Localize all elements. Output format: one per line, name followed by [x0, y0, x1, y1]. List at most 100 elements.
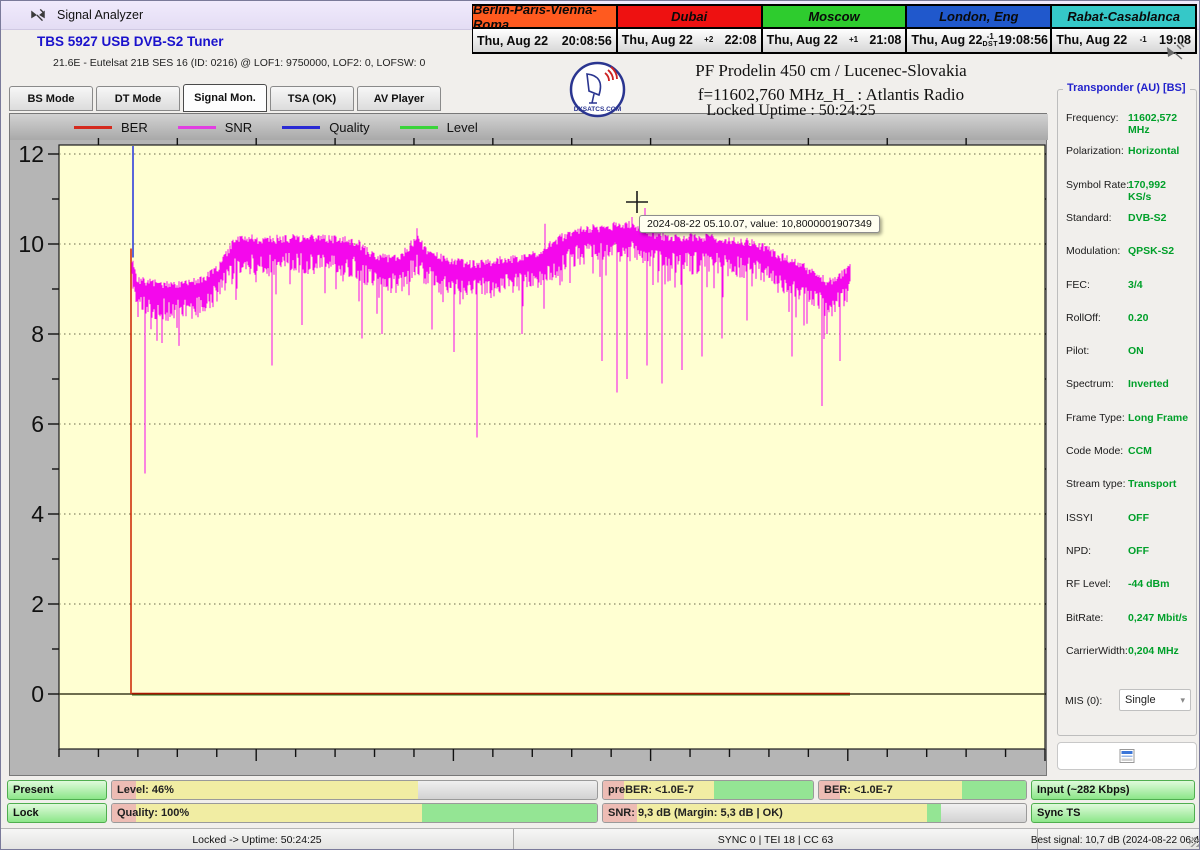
transponder-row: Polarization:Horizontal	[1066, 145, 1192, 157]
transponder-value: OFF	[1128, 512, 1149, 524]
clock-time-value: 21:08	[869, 33, 901, 47]
bar-segment	[714, 781, 813, 799]
transponder-label: Polarization:	[1066, 145, 1124, 157]
world-clocks: Berlin-Paris-Vienna-Roma Thu, Aug 22 20:08…	[473, 4, 1197, 54]
mis-label: MIS (0):	[1065, 695, 1102, 707]
transponder-row: BitRate: 0,247 Mbit/s	[1066, 612, 1192, 624]
transponder-label: NPD:	[1066, 545, 1091, 557]
resize-grip[interactable]	[1189, 837, 1199, 847]
signal-analyzer-window: Signal Analyzer Berlin-Paris-Vienna-Roma…	[0, 0, 1200, 850]
clock-time: Thu, Aug 22 20:08:56	[473, 29, 616, 52]
signal-chart[interactable]: BER SNR Quality Level 024681012 2024-08-…	[9, 113, 1047, 776]
transponder-row: RollOff:0.20	[1066, 312, 1192, 324]
satellite-dish-icon	[29, 6, 47, 24]
transponder-row: CarrierWidth:0,204 MHz	[1066, 645, 1192, 657]
transponder-value: Transport	[1128, 478, 1176, 490]
transponder-label: RF Level:	[1066, 578, 1111, 590]
transponder-value: Long Frame	[1128, 412, 1188, 424]
sync-ts-badge: Sync TS	[1031, 803, 1195, 823]
mis-selected-value: Single	[1125, 694, 1156, 706]
tuner-details: 21.6E - Eutelsat 21B SES 16 (ID: 0216) @…	[53, 57, 425, 69]
clock-time: Thu, Aug 22-1DST19:08:56	[907, 29, 1050, 52]
transponder-row: Stream type:Transport	[1066, 478, 1192, 490]
clock-date: Thu, Aug 22	[622, 33, 693, 47]
transponder-label: Standard:	[1066, 212, 1112, 224]
transponder-row: Standard: DVB-S2	[1066, 212, 1192, 224]
transponder-label: FEC:	[1066, 279, 1090, 291]
transponder-title: Transponder (AU) [BS]	[1063, 82, 1190, 94]
bar-label: BER: <1.0E-7	[824, 784, 893, 796]
chart-plot-area[interactable]: 024681012	[10, 114, 1046, 775]
statusbar-uptime: Locked -> Uptime: 50:24:25	[1, 829, 514, 850]
clock-city-label: London, Eng	[907, 6, 1050, 29]
mini-dish-icon	[1163, 41, 1187, 61]
transponder-row: Modulation: QPSK-S2	[1066, 245, 1192, 257]
bar-segment	[962, 781, 1026, 799]
bar-label: Level: 46%	[117, 784, 174, 796]
tab-av-player[interactable]: AV Player	[357, 86, 441, 111]
clock-cell: DubaiThu, Aug 22+222:08	[617, 4, 763, 54]
clock-utc-offset: +2	[693, 36, 725, 44]
svg-text:0: 0	[31, 681, 44, 707]
clock-date: Thu, Aug 22	[477, 34, 548, 48]
clock-time-value: 22:08	[725, 33, 757, 47]
transponder-row: RF Level:-44 dBm	[1066, 578, 1192, 590]
quality-progress-bar: Quality: 100%	[111, 803, 598, 823]
preber-progress-bar: preBER: <1.0E-7	[602, 780, 814, 800]
tab-signal-mon[interactable]: Signal Mon.	[183, 84, 267, 112]
svg-text:4: 4	[31, 501, 44, 527]
bar-label: SNR: 9,3 dB (Margin: 5,3 dB | OK)	[608, 807, 783, 819]
window-title: Signal Analyzer	[57, 8, 143, 22]
transponder-label: CarrierWidth:	[1066, 645, 1128, 657]
clock-time-value: 20:08:56	[562, 34, 612, 48]
transponder-label: BitRate:	[1066, 612, 1103, 624]
transponder-value: OFF	[1128, 545, 1149, 557]
snr-progress-bar: SNR: 9,3 dB (Margin: 5,3 dB | OK)	[602, 803, 1027, 823]
transponder-row: Frame Type:Long Frame	[1066, 412, 1192, 424]
bar-label: Quality: 100%	[117, 807, 189, 819]
clock-date: Thu, Aug 22	[911, 33, 982, 47]
bar-segment	[136, 781, 417, 799]
save-icon	[1119, 749, 1135, 763]
level-progress-bar: Level: 46%	[111, 780, 598, 800]
chart-tooltip: 2024-08-22 05.10.07, value: 10,800000190…	[639, 215, 880, 233]
transponder-value: 0.20	[1128, 312, 1148, 324]
clock-cell: Berlin-Paris-Vienna-Roma Thu, Aug 22 20:08…	[472, 4, 618, 54]
clock-time: Thu, Aug 22+222:08	[618, 29, 761, 52]
transponder-value: 0,247 Mbit/s	[1128, 612, 1188, 624]
transponder-row: NPD: OFF	[1066, 545, 1192, 557]
transponder-value: 3/4	[1128, 279, 1143, 291]
transponder-row: Frequency:11602,572 MHz	[1066, 112, 1192, 124]
tab-bs-mode[interactable]: BS Mode	[9, 86, 93, 111]
transponder-label: Modulation:	[1066, 245, 1120, 257]
locked-uptime: Locked Uptime : 50:24:25	[591, 102, 991, 120]
mis-dropdown[interactable]: Single ▾	[1119, 689, 1191, 711]
transponder-label: Pilot:	[1066, 345, 1089, 357]
clock-date: Thu, Aug 22	[767, 33, 838, 47]
transponder-label: Stream type:	[1066, 478, 1126, 490]
tab-tsa[interactable]: TSA (OK)	[270, 86, 354, 111]
tab-dt-mode[interactable]: DT Mode	[96, 86, 180, 111]
clock-cell: MoscowThu, Aug 22+121:08	[762, 4, 908, 54]
transponder-row: Spectrum:Inverted	[1066, 378, 1192, 390]
transponder-value: QPSK-S2	[1128, 245, 1174, 257]
clock-date: Thu, Aug 22	[1056, 33, 1127, 47]
export-button[interactable]	[1057, 742, 1197, 770]
transponder-label: ISSYI	[1066, 512, 1093, 524]
tuner-title: TBS 5927 USB DVB-S2 Tuner	[37, 34, 224, 49]
transponder-value: 170,992 KS/s	[1128, 179, 1192, 203]
bar-segment	[422, 804, 597, 822]
clock-utc-offset: +1	[838, 36, 870, 44]
transponder-groupbox: Frequency:11602,572 MHz Polarization:Hori…	[1057, 89, 1197, 736]
transponder-row: Code Mode:CCM	[1066, 445, 1192, 457]
mode-tabs: BS Mode DT Mode Signal Mon. TSA (OK) AV …	[9, 86, 441, 112]
transponder-value: ON	[1128, 345, 1144, 357]
clock-city-label: Dubai	[618, 6, 761, 29]
clock-time-value: 19:08:56	[998, 33, 1048, 47]
clock-city-label: Berlin-Paris-Vienna-Roma	[473, 6, 616, 29]
svg-text:10: 10	[18, 231, 44, 257]
transponder-label: Code Mode:	[1066, 445, 1123, 457]
input-bitrate-badge: Input (~282 Kbps)	[1031, 780, 1195, 800]
transponder-value: DVB-S2	[1128, 212, 1167, 224]
ber-progress-bar: BER: <1.0E-7	[818, 780, 1027, 800]
